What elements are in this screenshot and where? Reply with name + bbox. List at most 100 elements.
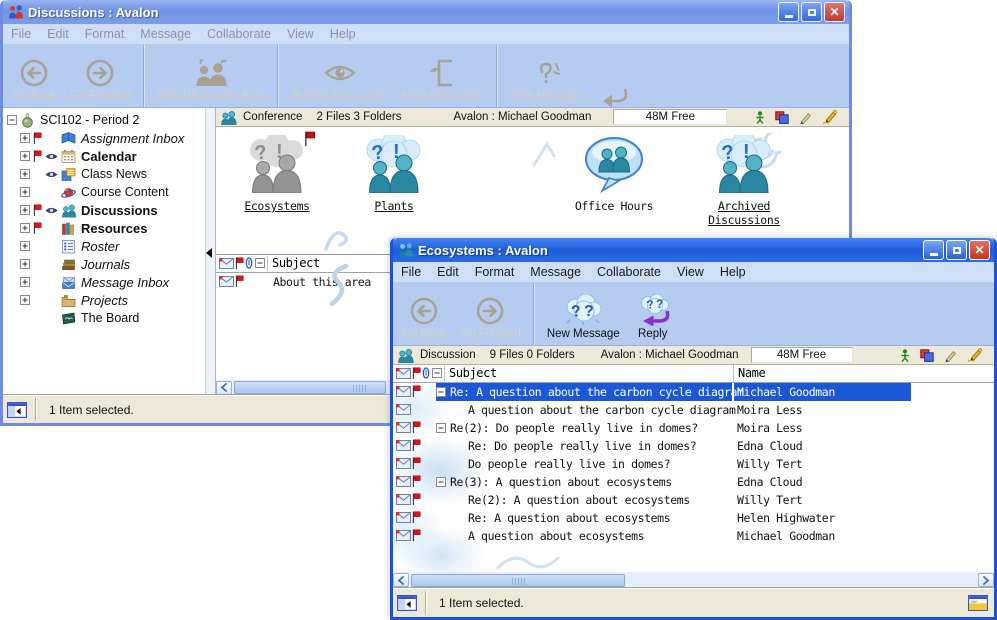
menu-help[interactable]: Help	[712, 265, 754, 279]
sidebar-item-class-news[interactable]: Class News	[3, 165, 205, 183]
plus-expand-icon[interactable]	[18, 259, 31, 269]
signature-pencil-icon[interactable]	[967, 348, 982, 362]
thread-row-re-a-question-about-ecosystems[interactable]: Re: A question about ecosystemsHelen Hig…	[393, 509, 994, 527]
splitter-handle-icon[interactable]	[206, 248, 212, 258]
plus-expand-icon[interactable]	[18, 223, 31, 233]
sidebar-item-the-board[interactable]: The Board	[3, 309, 205, 327]
thread-row-re-2-a-question-about-ecosystems[interactable]: Re(2): A question about ecosystemsWilly …	[393, 491, 994, 509]
menu-edit[interactable]: Edit	[429, 265, 467, 279]
pencil-icon[interactable]	[799, 111, 812, 124]
go-back-button[interactable]: Go Back	[395, 294, 453, 345]
titlebar-discussions[interactable]: Discussions : Avalon ✕	[3, 0, 849, 24]
signature-pencil-icon[interactable]	[822, 110, 837, 124]
thread-row-a-question-about-the-carbon-cycle-diagram[interactable]: A question about the carbon cycle diagra…	[393, 401, 994, 419]
menu-edit[interactable]: Edit	[39, 27, 77, 41]
scrollbar-thumb[interactable]	[234, 381, 386, 394]
go-back-button[interactable]: Go Back	[5, 56, 63, 107]
menu-message[interactable]: Message	[522, 265, 589, 279]
menu-collaborate[interactable]: Collaborate	[199, 27, 279, 41]
thread-row-re-3-a-question-about-ecosystems[interactable]: Re(3): A question about ecosystemsEdna C…	[393, 473, 994, 491]
new-message-button[interactable]: New Message	[503, 56, 590, 107]
go-forward-button[interactable]: Go Forward	[63, 56, 138, 107]
flag-icon	[412, 493, 421, 505]
minus-expand-icon[interactable]	[5, 115, 18, 125]
windows-overlap-icon[interactable]	[775, 111, 789, 124]
conference-item-office-hours[interactable]: Office Hours	[549, 135, 679, 213]
reply-button[interactable]: ??Reply	[627, 292, 679, 345]
toggle-summary-icon[interactable]	[968, 595, 988, 611]
sidebar-item-message-inbox[interactable]: Message Inbox	[3, 273, 205, 291]
scrollbar-thumb[interactable]	[411, 574, 625, 587]
menu-collaborate[interactable]: Collaborate	[589, 265, 669, 279]
sidebar-item-roster[interactable]: Roster	[3, 237, 205, 255]
close-button[interactable]: ✕	[969, 240, 990, 260]
thread-row-re-do-people-really-live-in-domes[interactable]: Re: Do people really live in domes?Edna …	[393, 437, 994, 455]
pencil-icon[interactable]	[944, 349, 957, 362]
sidebar-item-assignment-inbox[interactable]: Assignment Inbox	[3, 129, 205, 147]
sidebar-item-projects[interactable]: Projects	[3, 291, 205, 309]
minimize-button[interactable]	[778, 2, 799, 22]
sidebar-item-discussions[interactable]: Discussions	[3, 201, 205, 219]
menu-help[interactable]: Help	[322, 27, 364, 41]
sidebar-item-resources[interactable]: Resources	[3, 219, 205, 237]
the-board-icon	[59, 311, 78, 326]
sidebar-item-journals[interactable]: Journals	[3, 255, 205, 273]
conference-item-plants[interactable]: ?!Plants	[329, 135, 459, 213]
thread-row-re-a-question-about-the-carbon-cycle-diagram[interactable]: Re: A question about the carbon cycle di…	[393, 383, 994, 401]
name-column-label[interactable]: Name	[733, 365, 765, 382]
collapse-thread-icon[interactable]	[436, 477, 446, 487]
menu-file[interactable]: File	[3, 27, 39, 41]
plus-expand-icon[interactable]	[18, 277, 31, 287]
minimize-button[interactable]	[923, 240, 944, 260]
plus-expand-icon[interactable]	[18, 169, 31, 179]
online-user-icon[interactable]	[755, 111, 765, 124]
pane-splitter[interactable]	[205, 108, 216, 395]
menu-format[interactable]: Format	[467, 265, 523, 279]
go-back-label: Go Back	[402, 328, 446, 340]
new-message-button[interactable]: ??New Message	[540, 292, 627, 345]
toggle-sidebar-icon[interactable]	[7, 402, 27, 418]
thread-row-re-2-do-people-really-live-in-domes[interactable]: Re(2): Do people really live in domes?Mo…	[393, 419, 994, 437]
subject-column-label[interactable]: Subject	[449, 366, 497, 380]
online-user-icon[interactable]	[900, 349, 910, 362]
sidebar-item-course-content[interactable]: Course Content	[3, 183, 205, 201]
maximize-button[interactable]	[946, 240, 967, 260]
plus-expand-icon[interactable]	[18, 187, 31, 197]
thread-row-a-question-about-ecosystems[interactable]: A question about ecosystemsMichael Goodm…	[393, 527, 994, 545]
menu-message[interactable]: Message	[132, 27, 199, 41]
collapse-thread-icon[interactable]	[436, 423, 446, 433]
windows-overlap-icon[interactable]	[920, 349, 934, 362]
titlebar-ecosystems[interactable]: Ecosystems : Avalon ✕	[393, 238, 994, 262]
menu-view[interactable]: View	[279, 27, 322, 41]
plus-expand-icon[interactable]	[18, 205, 31, 215]
horizontal-scrollbar[interactable]	[393, 572, 994, 588]
sidebar-item-calendar[interactable]: Calendar	[3, 147, 205, 165]
menu-file[interactable]: File	[393, 265, 429, 279]
window-ecosystems: Ecosystems : Avalon ✕ FileEditFormatMess…	[390, 238, 997, 620]
scrollbar-track[interactable]	[409, 574, 978, 587]
toggle-sidebar-icon[interactable]	[397, 595, 417, 611]
scroll-left-button[interactable]	[393, 573, 409, 587]
plus-expand-icon[interactable]	[18, 151, 31, 161]
conference-item-ecosystems[interactable]: ?!Ecosystems	[216, 135, 342, 213]
collapse-all-icon[interactable]	[255, 258, 265, 268]
go-forward-button[interactable]: Go Forward	[453, 294, 528, 345]
scroll-left-button[interactable]	[216, 381, 232, 395]
collapse-thread-icon[interactable]	[436, 387, 446, 397]
hide-discussion-button[interactable]: Hide Discussion	[395, 56, 491, 107]
scroll-right-button[interactable]	[978, 573, 994, 587]
menu-format[interactable]: Format	[77, 27, 133, 41]
maximize-button[interactable]	[801, 2, 822, 22]
plus-expand-icon[interactable]	[18, 133, 31, 143]
plus-expand-icon[interactable]	[18, 241, 31, 251]
thread-row-do-people-really-live-in-domes[interactable]: Do people really live in domes?Willy Ter…	[393, 455, 994, 473]
publish-discussion-button[interactable]: Publish Discussion	[284, 56, 395, 107]
menu-bar: FileEditFormatMessageCollaborateViewHelp	[3, 24, 849, 45]
menu-view[interactable]: View	[669, 265, 712, 279]
collapse-all-icon[interactable]	[432, 368, 442, 378]
close-button[interactable]: ✕	[824, 2, 845, 22]
conference-item-archived-discussions[interactable]: ?!Archived Discussions	[679, 135, 809, 227]
sidebar-item-sci102-period-2[interactable]: SCI102 - Period 2	[3, 111, 205, 129]
plus-expand-icon[interactable]	[18, 295, 31, 305]
new-discussion-area-button[interactable]: New Discussion Area	[150, 56, 273, 107]
